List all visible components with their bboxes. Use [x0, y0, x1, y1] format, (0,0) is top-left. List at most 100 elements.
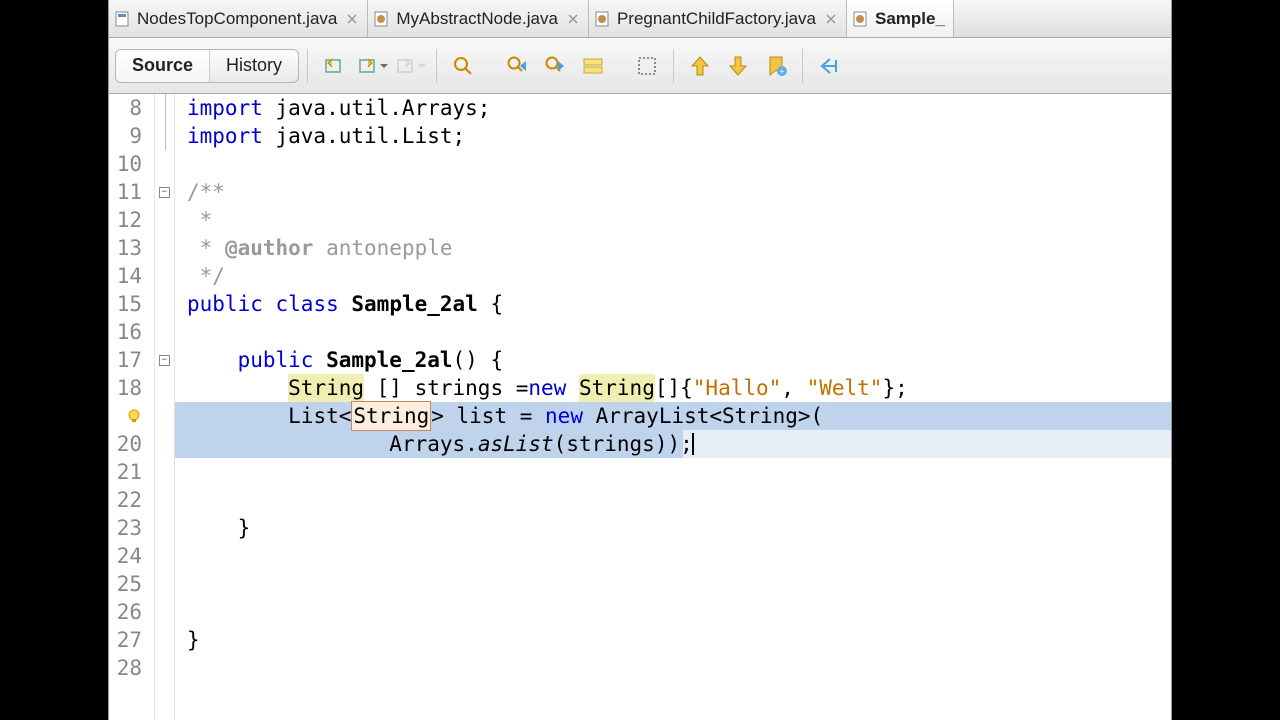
code-text: > list = [431, 402, 545, 430]
fold-cell [155, 542, 174, 570]
tab-nodes-top-component[interactable]: NodesTopComponent.java [109, 0, 368, 37]
toolbar-separator [802, 49, 803, 83]
line-number: 13 [109, 234, 148, 262]
method-static: asList [478, 430, 554, 458]
shift-left-button[interactable] [811, 48, 847, 84]
line-number: 20 [109, 430, 148, 458]
toolbar-separator [307, 49, 308, 83]
code-editor[interactable]: 89101112131415161718202122232425262728 −… [109, 94, 1171, 720]
line-number [109, 402, 148, 430]
code-text: } [187, 514, 250, 542]
code-text: List< [288, 402, 351, 430]
fold-cell [155, 598, 174, 626]
keyword: public [187, 290, 263, 318]
tab-label: PregnantChildFactory.java [617, 9, 816, 29]
type-highlight: String [288, 374, 364, 402]
line-number: 24 [109, 542, 148, 570]
fold-cell [155, 430, 174, 458]
line-number: 21 [109, 458, 148, 486]
toggle-bookmark-button[interactable]: + [758, 48, 794, 84]
close-icon[interactable] [345, 12, 359, 26]
code-text: { [478, 290, 503, 318]
toolbar-separator [436, 49, 437, 83]
selected-line: Arrays.asList(strings)); [175, 430, 1171, 458]
code-text: ArrayList<String>( [583, 402, 823, 430]
toolbar-separator [673, 49, 674, 83]
comment: */ [187, 262, 225, 290]
tab-sample[interactable]: Sample_ [847, 0, 954, 37]
string-literal: "Hallo" [693, 374, 782, 402]
toggle-rectangular-selection-button[interactable] [629, 48, 665, 84]
keyword: import [187, 122, 263, 150]
code-text: () { [453, 346, 504, 374]
code-text: [] strings = [364, 374, 528, 402]
fold-cell [155, 654, 174, 682]
nav-forward-disabled-button[interactable] [392, 48, 428, 84]
fold-cell [155, 318, 174, 346]
toggle-highlight-button[interactable] [575, 48, 611, 84]
fold-cell [155, 570, 174, 598]
tab-label: MyAbstractNode.java [396, 9, 558, 29]
fold-toggle-icon[interactable]: − [159, 187, 170, 198]
lightbulb-icon[interactable] [126, 408, 142, 424]
fold-toggle-icon[interactable]: − [159, 355, 170, 366]
find-prev-button[interactable] [499, 48, 535, 84]
java-class-icon [374, 11, 390, 27]
view-switcher: Source History [115, 49, 299, 83]
line-number: 17 [109, 346, 148, 374]
line-number: 9 [109, 122, 148, 150]
keyword: public [238, 346, 314, 374]
fold-cell [155, 262, 174, 290]
close-icon[interactable] [824, 12, 838, 26]
fold-cell [155, 402, 174, 430]
line-number: 23 [109, 514, 148, 542]
nav-forward-button[interactable] [354, 48, 390, 84]
code-text: []{ [655, 374, 693, 402]
file-tabs: NodesTopComponent.java MyAbstractNode.ja… [109, 0, 1171, 38]
code-text: java.util.Arrays; [263, 94, 491, 122]
line-number: 18 [109, 374, 148, 402]
line-number: 22 [109, 486, 148, 514]
fold-cell [155, 94, 174, 122]
nav-back-button[interactable] [316, 48, 352, 84]
line-number: 25 [109, 570, 148, 598]
prev-bookmark-button[interactable] [682, 48, 718, 84]
find-next-button[interactable] [537, 48, 573, 84]
type-highlight: String [579, 374, 655, 402]
keyword: new [528, 374, 566, 402]
comment: * [187, 234, 225, 262]
line-number: 11 [109, 178, 148, 206]
find-selection-button[interactable] [445, 48, 481, 84]
code-text: }; [882, 374, 907, 402]
fold-cell [155, 150, 174, 178]
code-text: java.util.List; [263, 122, 465, 150]
code-area[interactable]: import java.util.Arrays; import java.uti… [175, 94, 1171, 720]
line-number: 14 [109, 262, 148, 290]
javadoc-tag: @author [225, 234, 314, 262]
fold-cell [155, 122, 174, 150]
line-number: 10 [109, 150, 148, 178]
comment: antonepple [313, 234, 452, 262]
line-number: 27 [109, 626, 148, 654]
ide-window: NodesTopComponent.java MyAbstractNode.ja… [108, 0, 1172, 720]
code-text: (strings)); [554, 430, 693, 458]
source-view-button[interactable]: Source [116, 50, 210, 82]
fold-cell: − [155, 178, 174, 206]
line-number: 26 [109, 598, 148, 626]
source-label: Source [132, 55, 193, 76]
comment: * [187, 206, 212, 234]
svg-text:+: + [780, 67, 785, 76]
constructor-name: Sample_2al [326, 346, 452, 374]
tab-my-abstract-node[interactable]: MyAbstractNode.java [368, 0, 589, 37]
string-literal: "Welt" [807, 374, 883, 402]
tab-pregnant-child-factory[interactable]: PregnantChildFactory.java [589, 0, 847, 37]
line-number-gutter: 89101112131415161718202122232425262728 [109, 94, 155, 720]
keyword: new [545, 402, 583, 430]
selected-line: List<String> list = new ArrayList<String… [175, 402, 1171, 430]
code-text: Arrays. [389, 430, 478, 458]
history-view-button[interactable]: History [210, 50, 298, 82]
close-icon[interactable] [566, 12, 580, 26]
comment: /** [187, 178, 225, 206]
next-bookmark-button[interactable] [720, 48, 756, 84]
type-highlight: String [351, 401, 431, 431]
